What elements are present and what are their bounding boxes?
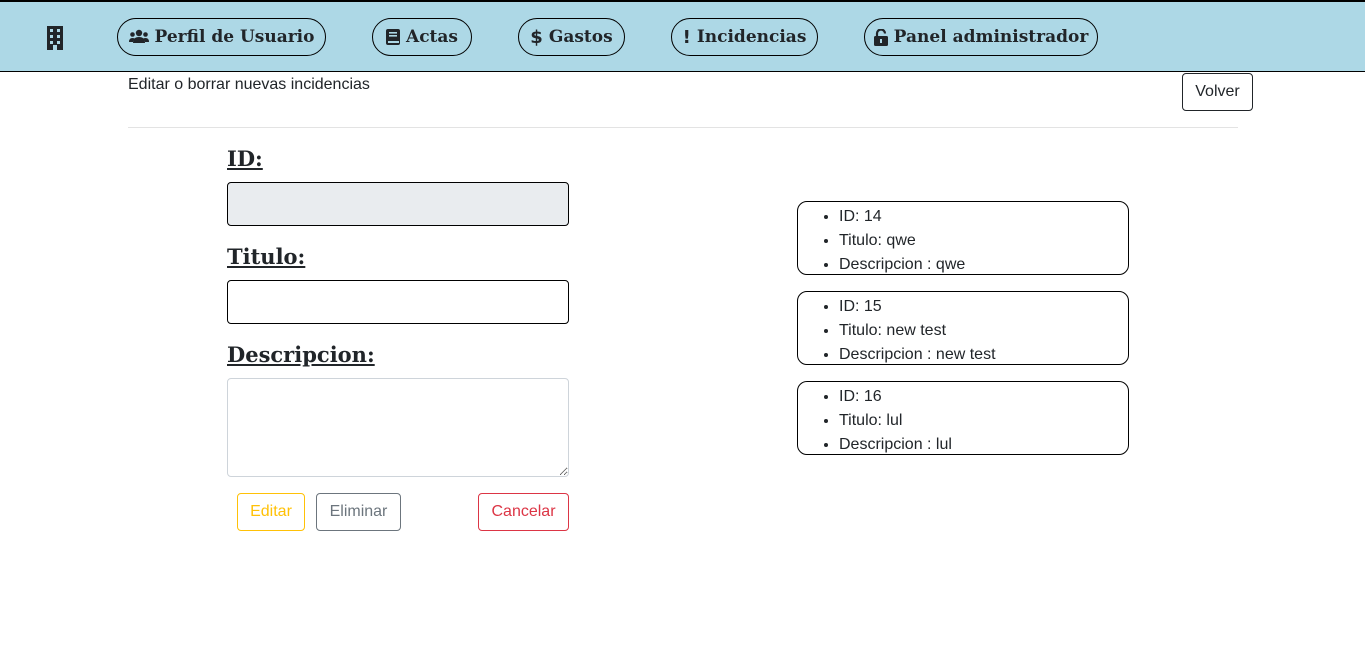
incidencia-titulo: Titulo: lul xyxy=(839,409,952,433)
incidencia-titulo: Titulo: new test xyxy=(839,319,996,343)
edit-button[interactable]: Editar xyxy=(237,493,305,531)
incidencia-descripcion: Descripcion : lul xyxy=(839,433,952,457)
book-icon xyxy=(386,29,400,45)
id-label: ID: xyxy=(227,146,263,171)
nav-gastos[interactable]: $ Gastos xyxy=(518,18,625,56)
incidencia-descripcion: Descripcion : new test xyxy=(839,343,996,367)
incidencia-id: ID: 14 xyxy=(839,205,965,229)
navbar: Perfil de Usuario Actas $ Gastos ! Incid… xyxy=(0,0,1365,72)
nav-item-label: Panel administrador xyxy=(893,27,1089,47)
users-icon xyxy=(128,29,149,45)
incidencia-card[interactable]: ID: 14 Titulo: qwe Descripcion : qwe xyxy=(797,201,1129,275)
nav-item-label: Gastos xyxy=(548,27,613,47)
incidencia-id: ID: 16 xyxy=(839,385,952,409)
nav-incidencias[interactable]: ! Incidencias xyxy=(671,18,818,56)
nav-item-label: Perfil de Usuario xyxy=(154,27,315,47)
exclamation-icon: ! xyxy=(682,26,691,48)
nav-perfil-usuario[interactable]: Perfil de Usuario xyxy=(117,18,326,56)
cancel-button[interactable]: Cancelar xyxy=(478,493,569,531)
incidencia-card[interactable]: ID: 15 Titulo: new test Descripcion : ne… xyxy=(797,291,1129,365)
description-field[interactable] xyxy=(227,378,569,477)
title-label: Titulo: xyxy=(227,244,306,269)
incidencia-titulo: Titulo: qwe xyxy=(839,229,965,253)
page-subtitle: Editar o borrar nuevas incidencias xyxy=(128,76,370,93)
nav-item-label: Incidencias xyxy=(696,27,807,47)
unlock-icon xyxy=(873,28,888,46)
delete-button[interactable]: Eliminar xyxy=(316,493,401,531)
back-button[interactable]: Volver xyxy=(1182,73,1253,111)
description-label: Descripcion: xyxy=(227,342,375,367)
divider xyxy=(128,127,1238,128)
incidencia-id: ID: 15 xyxy=(839,295,996,319)
incidencia-descripcion: Descripcion : qwe xyxy=(839,253,965,277)
dollar-icon: $ xyxy=(530,26,543,48)
title-field[interactable] xyxy=(227,280,569,324)
id-field[interactable] xyxy=(227,182,569,226)
building-icon[interactable] xyxy=(45,26,65,50)
nav-actas[interactable]: Actas xyxy=(372,18,472,56)
incidencia-card[interactable]: ID: 16 Titulo: lul Descripcion : lul xyxy=(797,381,1129,455)
nav-panel-administrador[interactable]: Panel administrador xyxy=(864,18,1098,56)
nav-item-label: Actas xyxy=(406,27,458,47)
